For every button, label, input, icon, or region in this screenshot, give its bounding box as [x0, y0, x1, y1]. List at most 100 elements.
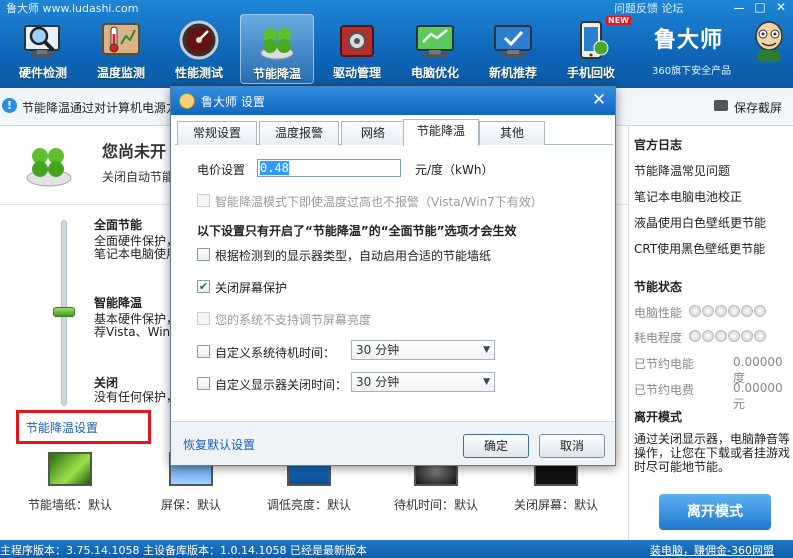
- log-link[interactable]: 笔记本电脑电池校正: [634, 188, 742, 205]
- away-mode-button[interactable]: 离开模式: [659, 494, 771, 530]
- energy-status-title: 您尚未开: [102, 142, 167, 161]
- toolbar-energy-saving[interactable]: 节能降温: [240, 14, 314, 84]
- toolbar-label: 性能测试: [174, 66, 223, 80]
- slider-thumb[interactable]: [53, 307, 75, 317]
- setting-caption: 屏保：默认: [160, 498, 221, 512]
- standby-time-select[interactable]: 30 分钟 ▼: [351, 340, 495, 360]
- level-desc-line: 荐Vista、Wind: [94, 325, 170, 339]
- tab-temperature-alarm[interactable]: 温度报警: [259, 121, 339, 145]
- gauge-icon: [179, 20, 219, 60]
- brightness-label: 您的系统不支持调节屏幕亮度: [215, 313, 372, 327]
- auto-wallpaper-checkbox[interactable]: [197, 248, 210, 261]
- toolbar-phone-recycle[interactable]: 手机回收 NEW: [554, 14, 631, 84]
- info-message: 节能降温通过对计算机电源方: [22, 101, 179, 115]
- level-desc-line: 没有任何保护，: [94, 390, 170, 404]
- toolbar-label: 手机回收: [566, 66, 615, 80]
- toolbar-driver-management[interactable]: 驱动管理: [320, 14, 394, 84]
- monitor-off-label: 自定义显示器关闭时间：: [215, 378, 348, 392]
- brand-subtitle: 360旗下安全产品: [652, 66, 732, 77]
- info-icon: !: [2, 98, 17, 113]
- disable-screensaver-checkbox[interactable]: ✔: [197, 280, 210, 293]
- wallpaper-setting[interactable]: 节能墙纸：默认: [22, 452, 118, 513]
- new-pc-icon: [494, 25, 532, 57]
- status-bar: 主程序版本：3.75.14.1058 主设备库版本：1.0.14.1058 已经…: [0, 540, 793, 558]
- mascot-small-icon: [179, 93, 195, 109]
- camera-icon: [714, 100, 728, 111]
- log-link[interactable]: CRT使用黑色壁纸更节能: [634, 240, 765, 257]
- settings-dialog: 鲁大师 设置 ✕ 常规设置 温度报警 网络 节能降温 其他 电价设置 0.48 …: [170, 86, 616, 466]
- price-unit: 元/度（kWh）: [415, 163, 494, 177]
- saved-power-label: 已节约电能: [634, 357, 695, 371]
- toolbar-label: 电脑优化: [410, 66, 459, 80]
- brightness-checkbox[interactable]: [197, 312, 210, 325]
- toolbar-pc-optimize[interactable]: 电脑优化: [398, 14, 472, 84]
- notice-text: 以下设置只有开启了“节能降温”的“全面节能”选项才会生效: [197, 224, 517, 238]
- tab-network[interactable]: 网络: [341, 121, 405, 145]
- standby-label: 自定义系统待机时间：: [215, 346, 336, 360]
- toolbar-new-pc[interactable]: 新机推荐: [476, 14, 550, 84]
- log-link[interactable]: 节能降温常见问题: [634, 162, 730, 179]
- promo-link[interactable]: 装电脑，赚佣金-360网盟: [650, 542, 774, 558]
- saved-cost-label: 已节约电费: [634, 383, 695, 397]
- toolbar-label: 驱动管理: [332, 66, 381, 80]
- minimize-button[interactable]: ー: [731, 0, 747, 17]
- right-sidebar: 官方日志 节能降温常见问题 笔记本电脑电池校正 液晶使用白色壁纸更节能 CRT使…: [628, 126, 793, 540]
- level-desc-line: 基本硬件保护，: [94, 312, 170, 326]
- highlight-box: [16, 410, 151, 444]
- energy-status-heading: 节能状态: [634, 280, 683, 294]
- setting-caption: 关闭屏幕：默认: [513, 498, 598, 512]
- chevron-down-icon: ▼: [483, 377, 490, 387]
- power-rating: [689, 330, 767, 345]
- dialog-titlebar[interactable]: 鲁大师 设置 ✕: [171, 87, 615, 115]
- no-alarm-checkbox[interactable]: [197, 194, 210, 207]
- energy-status-desc: 关闭自动节能: [102, 170, 175, 184]
- auto-wallpaper-label: 根据检测到的显示器类型，自动启用合适的节能墙纸: [215, 249, 492, 263]
- price-label: 电价设置: [197, 163, 246, 177]
- level-desc-line: 全面硬件保护，: [94, 234, 170, 248]
- driver-box-icon: [340, 25, 374, 57]
- toolbar-label: 新机推荐: [488, 66, 537, 80]
- optimize-monitor-icon: [416, 25, 454, 57]
- toolbar-hardware-check[interactable]: 硬件检测: [6, 14, 80, 84]
- cancel-button[interactable]: 取消: [539, 434, 605, 458]
- monitor-off-time-select[interactable]: 30 分钟 ▼: [351, 372, 495, 392]
- chevron-down-icon: ▼: [483, 345, 490, 355]
- log-link[interactable]: 液晶使用白色壁纸更节能: [634, 214, 766, 231]
- setting-caption: 调低亮度：默认: [266, 498, 351, 512]
- tab-energy-saving[interactable]: 节能降温: [403, 119, 479, 146]
- setting-caption: 待机时间：默认: [393, 498, 478, 512]
- no-alarm-label: 智能降温模式下即使温度过高也不报警（Vista/Win7下有效）: [215, 195, 543, 209]
- setting-caption: 节能墙纸：默认: [27, 498, 112, 512]
- standby-time-value: 30 分钟: [356, 343, 400, 357]
- toolbar-performance-test[interactable]: 性能测试: [162, 14, 236, 84]
- magnifier-monitor-icon: [24, 25, 60, 57]
- dialog-close-button[interactable]: ✕: [591, 90, 607, 110]
- away-mode-desc: 通过关闭显示器，电脑静音等操作，让您在下载或者挂游戏时尽可能地节能。: [634, 432, 791, 474]
- maximize-button[interactable]: □: [752, 0, 768, 14]
- restore-defaults-link[interactable]: 恢复默认设置: [183, 436, 255, 453]
- tab-other[interactable]: 其他: [479, 121, 545, 145]
- level-smart-cooling-title[interactable]: 智能降温: [94, 294, 142, 311]
- standby-checkbox[interactable]: [197, 345, 210, 358]
- ok-button[interactable]: 确定: [463, 434, 529, 458]
- price-input[interactable]: 0.48: [257, 159, 401, 177]
- official-log-heading: 官方日志: [634, 138, 683, 152]
- toolbar-label: 温度监测: [96, 66, 145, 80]
- toolbar-label: 硬件检测: [18, 66, 67, 80]
- monitor-off-checkbox[interactable]: [197, 377, 210, 390]
- power-label: 耗电程度: [634, 331, 683, 345]
- main-toolbar: 鲁大师 www.ludashi.com 问题反馈 论坛 ー □ ✕ 硬件检测 温…: [0, 0, 793, 88]
- toolbar-temperature-monitor[interactable]: 温度监测: [84, 14, 158, 84]
- monitor-off-time-value: 30 分钟: [356, 375, 400, 389]
- close-app-button[interactable]: ✕: [773, 0, 789, 14]
- clover-icon: [260, 28, 294, 60]
- level-off-title[interactable]: 关闭: [94, 374, 118, 391]
- perf-rating: [689, 305, 767, 320]
- level-full-saving-title[interactable]: 全面节能: [94, 216, 142, 233]
- saved-cost-value: 0.00000元: [733, 381, 783, 411]
- tab-general[interactable]: 常规设置: [177, 121, 257, 145]
- dialog-footer: 恢复默认设置 确定 取消: [171, 421, 615, 465]
- save-screenshot-button[interactable]: 保存截屏: [734, 99, 782, 116]
- level-desc-line: 笔记本电脑使用: [94, 247, 170, 261]
- price-value: 0.48: [260, 161, 289, 175]
